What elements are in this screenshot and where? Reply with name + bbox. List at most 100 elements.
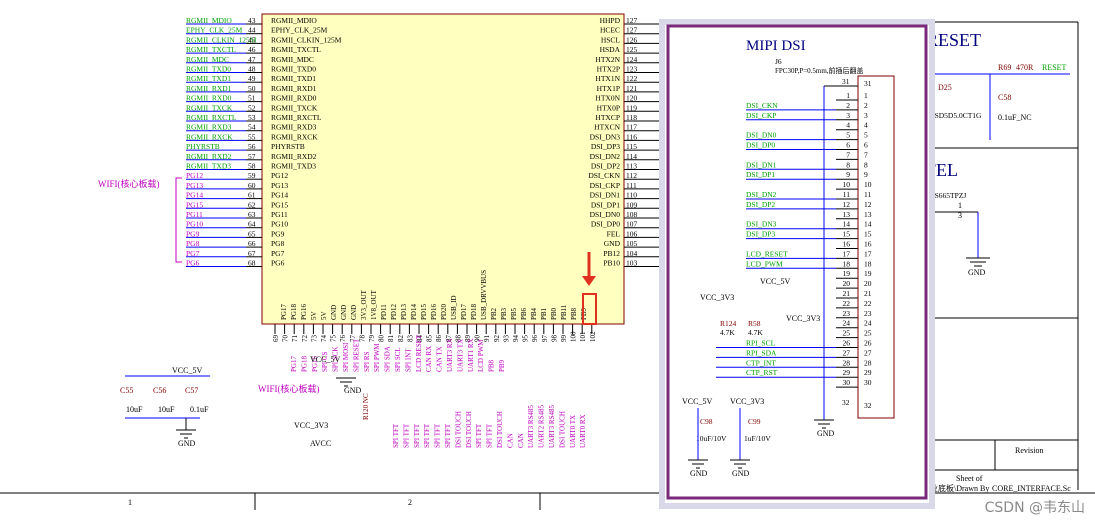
bottom-function-label: CAN [517,433,525,448]
bottom-pin-name: 3V3_OUT [360,289,368,320]
mipi-pin-number-left: 17 [843,249,851,258]
chip-left-pin-name: PG15 [271,200,288,209]
mipi-pin-number-left: 12 [843,200,851,209]
bottom-function-label: UART3 RS485 [548,405,556,448]
chip-right-pin-name: HTX2P [597,65,620,74]
chip-left-pin-name: RGMII_RXCTL [271,113,322,122]
mipi-pin-number-inner: 14 [864,220,872,229]
mipi-pin-number-inner: 24 [864,319,872,328]
bottom-pin-number: 80 [378,335,386,343]
mipi-pin-number-inner: 26 [864,339,872,348]
mipi-pin-number-left: 26 [843,339,851,348]
chip-left-pin-name: PG7 [271,249,285,258]
mipi-pin-number-left: 25 [843,329,851,338]
mipi-r58-val: 4.7K [748,328,763,337]
mipi-pin-number-inner: 17 [864,249,872,258]
rp-c58: C58 [998,93,1011,102]
mipi-pin-number-inner: 28 [864,358,872,367]
bottom-pin-name: PG16 [300,304,308,320]
bottom-net-label: UART1 RX [467,338,475,372]
mipi-pin-number-inner: 19 [864,269,872,278]
chip-left-pin-name: RGMII_TXD0 [271,65,316,74]
bottom-net-label: SPI PWM [373,343,381,372]
mipi-pin-number-left: 1 [846,91,850,100]
bottom-pin-name: PD11 [380,304,388,320]
mipi-c98-vcc: VCC_5V [682,397,712,406]
c55-val: 10uF [126,405,143,414]
bottom-net-label: PG17 [290,356,298,372]
bottom-function-label: UART2 RS485 [538,405,546,448]
chip-left-pin-name: RGMII_CLKIN_125M [271,35,342,44]
bottom-function-label: SPI TFT [444,423,452,448]
bottom-pin-number: 74 [320,335,328,343]
bottom-pin-number: 72 [301,335,309,343]
bottom-function-label: DSI TOUCH [558,411,566,448]
bottom-pin-name: PB5 [510,307,518,320]
bottom-pin-number: 102 [589,331,597,342]
mipi-pin-31: 31 [842,77,850,86]
mipi-pin-number-left: 2 [846,101,850,110]
bottom-pin-name: PB8 [570,307,578,320]
mipi-pin-number-inner: 30 [864,378,872,387]
bottom-pin-name: PG17 [280,304,288,320]
chip-right-pin-name: HSCL [601,35,621,44]
bottom-pin-number: 99 [560,335,568,343]
bottom-pin-number: 82 [397,335,405,343]
left-net-labels: RGMII_MDIOEPHY_CLK_25MRGMII_CLKIN_125MRG… [186,16,257,268]
bottom-pin-numbers: 69 70 71 72 73 74 75 76 77 78 79 80 81 82 83 84 85 86 87 88… [272,324,597,342]
chip-left-pin-name: EPHY_CLK_25M [271,26,328,35]
rp-reset-net: RESET [1042,63,1067,72]
chip-right-pin-name: DSI_DP3 [591,142,620,151]
bottom-net-label: CAN RX [425,346,433,372]
mipi-pin-number-left: 5 [846,131,850,140]
mipi-net-label: LCD_PWM [746,259,783,268]
bottom-pin-name: PB4 [530,307,538,320]
right-pin-numbers: 1271271261251241231221211201191181171161… [624,16,662,268]
chip-right-pin-name: DSI_DP1 [591,200,620,209]
mipi-pin-number-inner: 22 [864,299,872,308]
bottom-function-label: SPI TFT [402,423,410,448]
mipi-pin-number-left: 10 [843,180,851,189]
mipi-ctp-label: RPI_SCL [746,339,776,348]
mipi-pin-31-inner: 31 [864,79,872,88]
chip-left-pin-name: PG13 [271,181,288,190]
chip-left-pin-name: PG12 [271,171,288,180]
bottom-pin-name: PD16 [430,304,438,320]
bottom-pin-number: 76 [339,335,347,343]
mipi-pin-number-inner: 13 [864,210,872,219]
chip-right-pin-name: HHPD [600,16,621,25]
mipi-pin-number-left: 15 [843,230,851,239]
chip-right-pin-name: DSI_DN3 [590,132,621,141]
r120-note: R120 NC [362,393,370,420]
bottom-pin-number: 92 [493,335,501,343]
c55-ref: C55 [120,386,133,395]
c57-ref: C57 [185,386,198,395]
bottom-net-label: LCD RESET [415,334,423,372]
mipi-pin-number-left: 23 [843,309,851,318]
bottom-pin-number: 69 [272,335,280,343]
rp-revision: Revision [1015,446,1043,455]
bottom-function-label: SPI TFT [423,423,431,448]
bottom-pin-name: GND [340,305,348,320]
rp-r69: R69 [998,63,1011,72]
mipi-net-label: DSI_DN1 [746,160,777,169]
chip-left-pin-name: RGMII_RXD1 [271,84,317,93]
chip-left-pin-name: RGMII_RXCK [271,132,318,141]
rp-d25: D25 [938,83,952,92]
mipi-pin-number-left: 4 [846,121,850,130]
chip-right-pin-name: HSDA [600,45,621,54]
rp-gnd: GND [968,268,986,277]
rp-sheet-of: Sheet of [956,474,983,483]
chip-right-pin-name: DSI_CKN [588,171,620,180]
mipi-pin-number-left: 18 [843,259,851,268]
chip-left-pin-name: PG6 [271,259,285,268]
mipi-r58: R58 [748,319,761,328]
mipi-pin-number-left: 8 [846,160,850,169]
bottom-pin-name: 5V [310,311,318,320]
mipi-net-label: DSI_DP1 [746,170,775,179]
mipi-c98-gnd-label: GND [690,469,708,478]
mipi-pin-number-left: 11 [843,190,850,199]
bottom-pin-name: PD14 [410,304,418,320]
bottom-net-label: SPI RS [363,351,371,372]
bottom-pin-number: 101 [579,331,587,342]
